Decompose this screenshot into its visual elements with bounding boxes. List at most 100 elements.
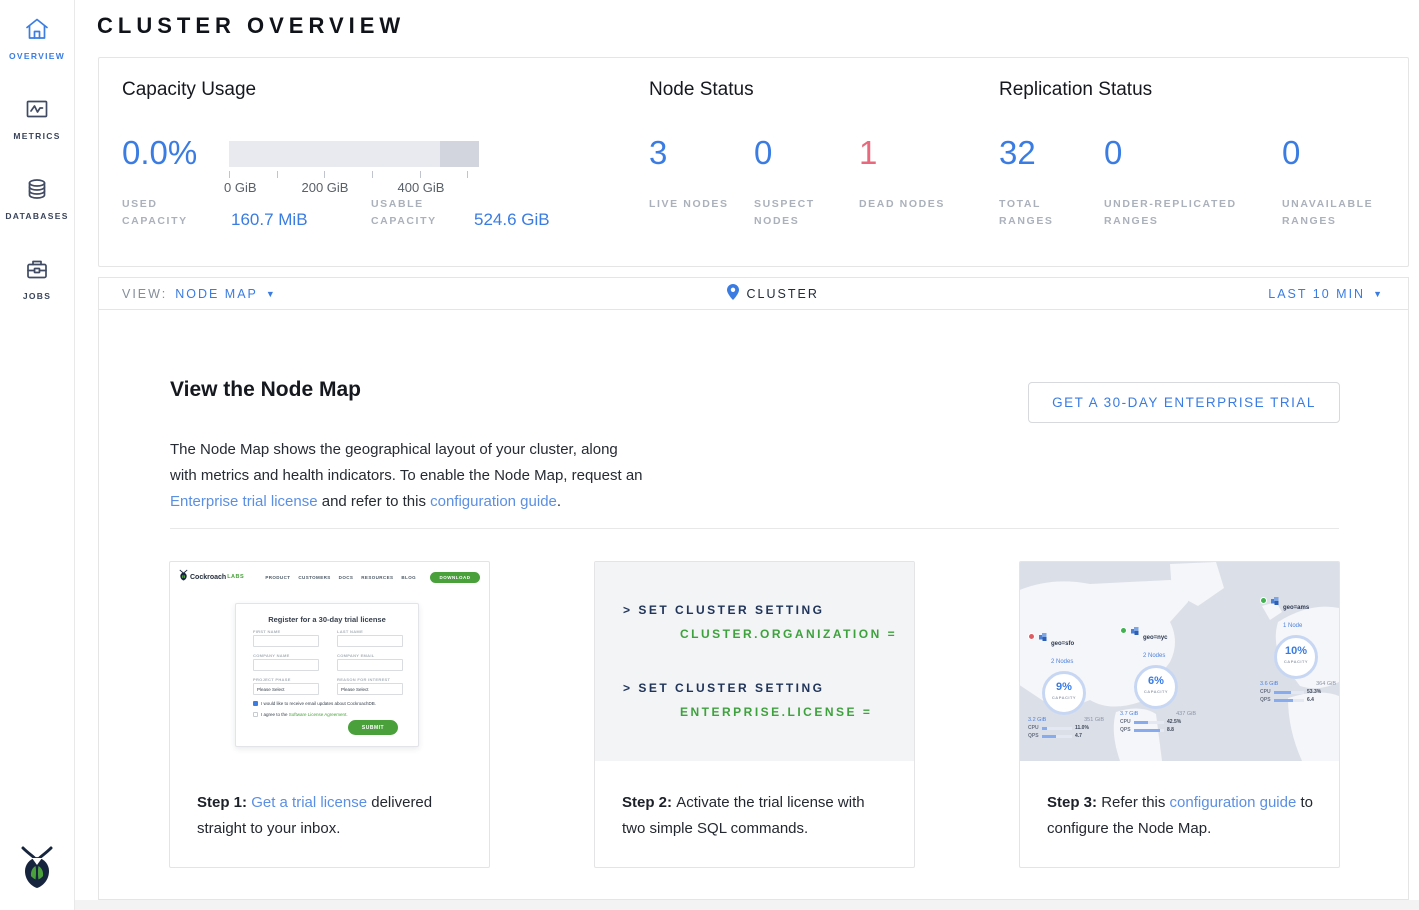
cluster-breadcrumb[interactable]: CLUSTER [727,278,819,310]
axis-tick [229,171,230,178]
description-text: . [557,493,561,510]
suspect-nodes-value: 0 [754,136,772,169]
node-count: 1 Node [1283,623,1302,629]
step2-card: > SET CLUSTER SETTING CLUSTER.ORGANIZATI… [594,561,915,868]
node-locality: geo=nyc [1143,635,1168,641]
usable-capacity-label: USABLE CAPACITY [371,196,456,230]
sql-command: > SET CLUSTER SETTING [623,681,825,695]
under-replicated-ranges-label: UNDER-REPLICATED RANGES [1104,196,1264,230]
axis-tick [324,171,325,178]
suspect-nodes-label: SUSPECT NODES [754,196,844,230]
node-count: 2 Nodes [1143,653,1165,659]
checkbox-label: I would like to receive email updates ab… [261,701,376,706]
mini-site-nav-item: BLOG [401,575,416,580]
enterprise-trial-license-link[interactable]: Enterprise trial license [170,493,318,510]
cockroachdb-logo [0,845,74,894]
cluster-label: CLUSTER [747,287,819,301]
axis-tick [420,171,421,178]
view-value[interactable]: NODE MAP [175,287,258,301]
capacity-percent: 6% [1137,676,1175,687]
company-name-field [253,659,319,671]
page-title: CLUSTER OVERVIEW [97,13,405,39]
node-map-preview: geo=sfo 2 Nodes 9% CAPACITY 3.2 GiB351 G… [1020,562,1339,761]
map-node-sfo: geo=sfo 2 Nodes 9% CAPACITY 3.2 GiB351 G… [1028,632,1120,739]
sidebar-item-databases[interactable]: DATABASES [0,175,74,221]
chevron-down-icon: ▼ [266,289,275,299]
sql-command: > SET CLUSTER SETTING [623,603,825,617]
used-capacity-label: USED CAPACITY [122,196,207,230]
capacity-bar-used-segment [440,141,479,167]
mini-site-nav-item: CUSTOMERS [298,575,330,580]
field-label: COMPANY EMAIL [337,653,375,658]
checkbox-label: I agree to the Software License Agreemen… [261,712,348,717]
field-label: PROJECT PHASE [253,677,291,682]
node-status-dot-green [1260,597,1267,604]
mini-site-nav: Cockroach LABS PRODUCT CUSTOMERS DOCS RE… [179,568,480,586]
sidebar: OVERVIEW METRICS DATABASES JOBS [0,0,75,910]
used-value: 3.6 GiB [1260,681,1278,687]
field-label: LAST NAME [337,629,363,634]
field-label: FIRST NAME [253,629,280,634]
capacity-usage-title: Capacity Usage [122,79,256,101]
axis-tick-label: 400 GiB [398,180,445,195]
registration-form-title: Register for a 30-day trial license [236,615,418,624]
capacity-ring: 10% CAPACITY [1274,635,1318,679]
get-trial-license-link[interactable]: Get a trial license [251,794,367,811]
step1-card: Cockroach LABS PRODUCT CUSTOMERS DOCS RE… [169,561,490,868]
step2-label: Step 2: [622,794,676,811]
node-count: 2 Nodes [1051,659,1073,665]
first-name-field [253,635,319,647]
home-icon [0,15,74,43]
dead-nodes-label: DEAD NODES [859,196,949,213]
view-label: VIEW: [122,287,167,301]
capacity-percent: 9% [1045,682,1083,693]
view-selector[interactable]: VIEW: NODE MAP ▼ [122,278,275,310]
total-ranges-value: 32 [999,136,1036,169]
mini-site-logo-name: Cockroach [190,574,226,581]
axis-tick-label: 200 GiB [302,180,349,195]
section-heading: View the Node Map [170,378,361,402]
step1-caption: Step 1: Get a trial license delivered st… [197,790,467,842]
capacity-label: CAPACITY [1277,659,1315,664]
capacity-percent: 0.0% [122,136,197,169]
replication-status-title: Replication Status [999,79,1152,101]
sidebar-item-metrics[interactable]: METRICS [0,95,74,141]
cpu-bar [1042,727,1072,730]
cpu-value: 53.3% [1307,689,1321,695]
sql-argument: CLUSTER.ORGANIZATION = [680,627,897,641]
mini-site-nav-item: PRODUCT [265,575,290,580]
mini-site-nav-item: RESOURCES [361,575,393,580]
dead-nodes-value: 1 [859,136,877,169]
map-pin-icon [727,284,739,305]
node-locality: geo=sfo [1051,641,1074,647]
qps-bar [1274,699,1304,702]
mini-site-nav-item: DOCS [339,575,354,580]
time-range-selector[interactable]: LAST 10 MIN ▼ [1268,278,1382,310]
registration-form: Register for a 30-day trial license FIRS… [235,603,419,747]
sidebar-item-overview[interactable]: OVERVIEW [0,15,74,61]
mini-site-download-button: DOWNLOAD [430,572,480,583]
node-map-section: View the Node Map The Node Map shows the… [99,310,1408,899]
overview-body-panel: VIEW: NODE MAP ▼ CLUSTER LAST 10 MIN ▼ V… [98,277,1409,900]
capacity-ring: 9% CAPACITY [1042,671,1086,715]
sidebar-item-jobs[interactable]: JOBS [0,255,74,301]
checkbox-checked-icon [253,701,258,706]
field-label: REASON FOR INTEREST [337,677,390,682]
section-divider [170,528,1339,529]
cpu-label: CPU [1120,719,1131,725]
node-status-dot-green [1120,627,1127,634]
configuration-guide-link[interactable]: configuration guide [1170,794,1297,811]
unavailable-ranges-value: 0 [1282,136,1300,169]
enterprise-trial-button[interactable]: GET A 30-DAY ENTERPRISE TRIAL [1028,382,1340,423]
qps-bar [1042,735,1072,738]
mini-site-links: PRODUCT CUSTOMERS DOCS RESOURCES BLOG DO… [265,572,480,583]
qps-value: 8.8 [1167,727,1174,733]
cpu-label: CPU [1028,725,1039,731]
chevron-down-icon: ▼ [1373,289,1382,299]
cpu-value: 42.5% [1167,719,1181,725]
description-text: and refer to this [318,493,431,510]
sidebar-item-label: JOBS [0,291,74,301]
configuration-guide-link[interactable]: configuration guide [430,493,557,510]
database-icon [0,175,74,203]
sql-argument: ENTERPRISE.LICENSE = [680,705,872,719]
